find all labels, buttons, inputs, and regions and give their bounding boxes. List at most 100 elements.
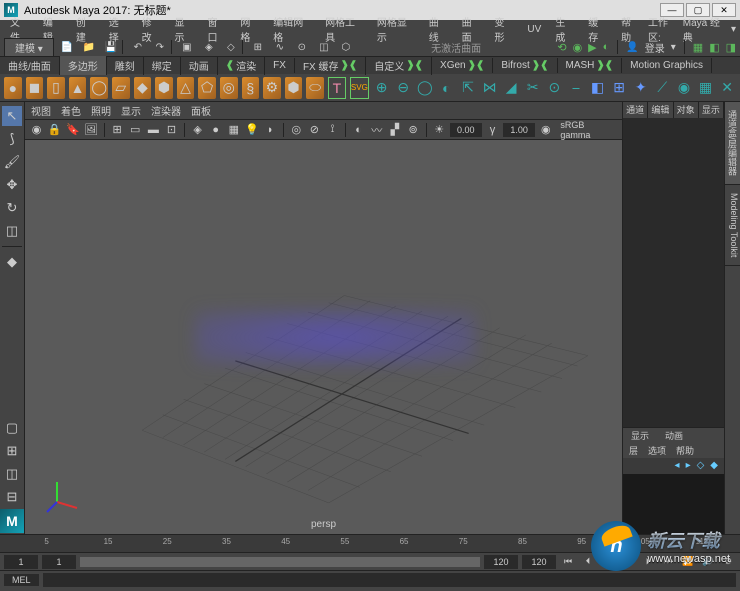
shelf-tab-custom[interactable]: 自定义❱❰ bbox=[366, 56, 432, 75]
grid-icon[interactable]: ⊞ bbox=[110, 122, 125, 138]
go-start-button[interactable]: ⏮ bbox=[560, 555, 576, 569]
combine-icon[interactable]: ⊕ bbox=[373, 77, 391, 99]
poly-prism-icon[interactable]: ⬠ bbox=[198, 77, 216, 99]
move-tool[interactable]: ✥ bbox=[2, 175, 22, 195]
layout-horiz-icon[interactable]: ⊟ bbox=[2, 487, 22, 507]
poly-soccer-icon[interactable]: ⬢ bbox=[285, 77, 303, 99]
shadows-icon[interactable]: ◗ bbox=[263, 122, 278, 138]
shelf-tab-bifrost[interactable]: Bifrost❱❰ bbox=[493, 58, 557, 73]
exposure-icon[interactable]: ☀ bbox=[432, 122, 447, 138]
range-end-field[interactable]: 120 bbox=[522, 555, 556, 569]
poly-plane-icon[interactable]: ▱ bbox=[112, 77, 130, 99]
last-tool[interactable]: ◆ bbox=[2, 252, 22, 272]
shelf-tab-rendering[interactable]: ❰渲染 bbox=[218, 56, 265, 75]
side-tab-channelbox[interactable]: 通道盒/层编辑器 bbox=[725, 102, 740, 185]
scale-tool[interactable]: ◫ bbox=[2, 221, 22, 241]
motion-blur-icon[interactable]: 〰 bbox=[369, 122, 384, 138]
workspace-chevron-icon[interactable]: ▾ bbox=[731, 24, 736, 35]
view-transform-icon[interactable]: ◉ bbox=[538, 122, 553, 138]
menu-deform[interactable]: 变形 bbox=[489, 13, 520, 45]
sculpt-icon[interactable]: ✦ bbox=[632, 77, 650, 99]
snap-live-icon[interactable]: ⬡ bbox=[337, 39, 355, 55]
user-icon[interactable]: 👤 bbox=[626, 42, 638, 53]
shaded-icon[interactable]: ● bbox=[208, 122, 223, 138]
panel-menu-lighting[interactable]: 照明 bbox=[91, 103, 111, 118]
shelf-tab-mash[interactable]: MASH❱❰ bbox=[558, 58, 623, 73]
cb-tab-edit[interactable]: 编辑 bbox=[648, 102, 673, 118]
layer-moveup-icon[interactable]: ◂ bbox=[675, 460, 680, 472]
poly-cube-icon[interactable]: ◼ bbox=[26, 77, 44, 99]
lp-tab-anim[interactable]: 动画 bbox=[657, 428, 691, 444]
cb-tab-show[interactable]: 显示 bbox=[699, 102, 724, 118]
panel-menu-panels[interactable]: 面板 bbox=[191, 103, 211, 118]
rotate-tool[interactable]: ↻ bbox=[2, 198, 22, 218]
camera-lock-icon[interactable]: 🔒 bbox=[47, 122, 62, 138]
shelf-tab-xgen[interactable]: XGen❱❰ bbox=[432, 58, 493, 73]
side-tab-modeling-toolkit[interactable]: Modeling Toolkit bbox=[725, 185, 740, 266]
paint-select-tool[interactable]: 🖌 bbox=[2, 152, 22, 172]
aa-icon[interactable]: ▞ bbox=[387, 122, 402, 138]
bookmark-icon[interactable]: 🔖 bbox=[65, 122, 80, 138]
shelf-tab-fxcache[interactable]: FX 缓存❱❰ bbox=[295, 56, 366, 75]
layout-vert-icon[interactable]: ◫ bbox=[2, 464, 22, 484]
poly-helix-icon[interactable]: § bbox=[242, 77, 260, 99]
shelf-tab-motiongraphics[interactable]: Motion Graphics bbox=[622, 58, 712, 73]
shelf-tab-fx[interactable]: FX bbox=[265, 58, 295, 73]
multicut-icon[interactable]: ✂ bbox=[524, 77, 542, 99]
bevel-icon[interactable]: ◢ bbox=[502, 77, 520, 99]
menu-uv[interactable]: UV bbox=[521, 23, 547, 36]
poly-platonic-icon[interactable]: ⬢ bbox=[155, 77, 173, 99]
save-scene-icon[interactable]: 💾 bbox=[102, 39, 120, 55]
extrude-icon[interactable]: ⇱ bbox=[459, 77, 477, 99]
shelf-tab-animation[interactable]: 动画 bbox=[181, 56, 218, 75]
panel-menu-renderer[interactable]: 渲染器 bbox=[151, 103, 181, 118]
poly-cone-icon[interactable]: ▲ bbox=[69, 77, 87, 99]
poly-gear-icon[interactable]: ⚙ bbox=[263, 77, 281, 99]
poly-pipe-icon[interactable]: ◎ bbox=[220, 77, 238, 99]
image-plane-icon[interactable]: 🖼 bbox=[83, 122, 98, 138]
login-button[interactable]: 登录 bbox=[645, 40, 665, 55]
viewport[interactable]: persp bbox=[25, 140, 622, 534]
undo-icon[interactable]: ↶ bbox=[129, 39, 147, 55]
lasso-tool[interactable]: ⟆ bbox=[2, 129, 22, 149]
open-scene-icon[interactable]: 📁 bbox=[80, 39, 98, 55]
gate-mask-icon[interactable]: ▬ bbox=[146, 122, 161, 138]
layer-new-empty-icon[interactable]: ◇ bbox=[697, 460, 705, 472]
ao-icon[interactable]: ◐ bbox=[351, 122, 366, 138]
toggle-chbox-icon[interactable]: ◨ bbox=[726, 41, 736, 54]
cmd-input[interactable] bbox=[43, 573, 736, 587]
cmd-lang-label[interactable]: MEL bbox=[4, 574, 39, 586]
crease-icon[interactable]: ⟋ bbox=[654, 77, 672, 99]
toggle-panel-icon[interactable]: ◧ bbox=[709, 41, 719, 54]
gamma-dropdown[interactable]: sRGB gamma bbox=[556, 120, 618, 140]
poly-superellipse-icon[interactable]: ⬭ bbox=[306, 77, 324, 99]
range-track[interactable] bbox=[80, 557, 480, 567]
menu-meshdisplay[interactable]: 网格显示 bbox=[371, 13, 421, 45]
fill-hole-icon[interactable]: ◉ bbox=[675, 77, 693, 99]
select-tool[interactable]: ↖ bbox=[2, 106, 22, 126]
lp-menu-help[interactable]: 帮助 bbox=[676, 444, 694, 458]
wireframe-icon[interactable]: ◈ bbox=[190, 122, 205, 138]
channel-box-body[interactable] bbox=[623, 118, 724, 427]
select-hierarchy-icon[interactable]: ▣ bbox=[178, 39, 196, 55]
mirror-icon[interactable]: ◧ bbox=[589, 77, 607, 99]
poly-cylinder-icon[interactable]: ▯ bbox=[47, 77, 65, 99]
quaddraw-icon[interactable]: ⊞ bbox=[610, 77, 628, 99]
target-weld-icon[interactable]: ⊙ bbox=[546, 77, 564, 99]
bridge-icon[interactable]: ⋈ bbox=[481, 77, 499, 99]
playback-end-field[interactable]: 120 bbox=[484, 555, 518, 569]
panel-menu-show[interactable]: 显示 bbox=[121, 103, 141, 118]
playback-start-field[interactable]: 1 bbox=[42, 555, 76, 569]
range-start-field[interactable]: 1 bbox=[4, 555, 38, 569]
select-component-icon[interactable]: ◇ bbox=[222, 39, 240, 55]
shelf-tab-polygons[interactable]: 多边形 bbox=[60, 56, 107, 75]
boolean-icon[interactable]: ◐ bbox=[438, 77, 456, 99]
ipr-icon[interactable]: ▶ bbox=[588, 41, 596, 54]
film-gate-icon[interactable]: ▭ bbox=[128, 122, 143, 138]
gamma-icon[interactable]: γ bbox=[485, 122, 500, 138]
dof-icon[interactable]: ⊚ bbox=[405, 122, 420, 138]
smooth-icon[interactable]: ◯ bbox=[416, 77, 434, 99]
svg-tool-icon[interactable]: SVG bbox=[350, 77, 369, 99]
lp-menu-layers[interactable]: 层 bbox=[629, 444, 638, 458]
connect-icon[interactable]: ⎯ bbox=[567, 77, 585, 99]
